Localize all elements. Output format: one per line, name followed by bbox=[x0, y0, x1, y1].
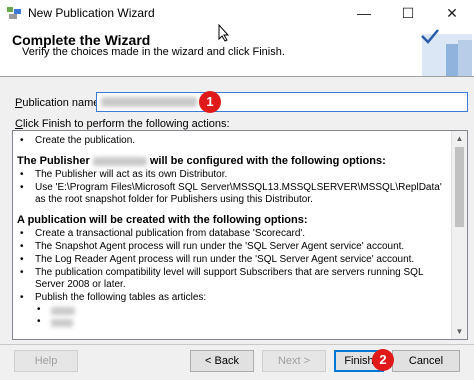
redacted-value bbox=[51, 307, 75, 315]
actions-summary[interactable]: Create the publication. The Publisher wi… bbox=[12, 130, 468, 340]
title-bar: New Publication Wizard — ☐ ✕ bbox=[0, 0, 474, 26]
page-subtitle: Verify the choices made in the wizard an… bbox=[22, 46, 285, 58]
summary-item: Use 'E:\Program Files\Microsoft SQL Serv… bbox=[17, 182, 451, 206]
publication-name-input[interactable] bbox=[96, 92, 468, 112]
maximize-button[interactable]: ☐ bbox=[386, 0, 430, 26]
redacted-value bbox=[92, 156, 147, 166]
redacted-value bbox=[51, 319, 73, 327]
summary-item: Create the publication. bbox=[17, 135, 451, 147]
back-button[interactable]: < Back bbox=[190, 350, 254, 372]
vertical-scrollbar[interactable]: ▲ ▼ bbox=[451, 131, 467, 339]
scrollbar-thumb[interactable] bbox=[455, 147, 464, 227]
summary-item: The Publisher will act as its own Distri… bbox=[17, 169, 451, 181]
close-button[interactable]: ✕ bbox=[430, 0, 474, 26]
bullet-icon: • bbox=[37, 304, 41, 315]
wizard-header: Complete the Wizard Verify the choices m… bbox=[0, 26, 474, 77]
summary-item: The publication compatibility level will… bbox=[17, 267, 451, 291]
redacted-value bbox=[101, 97, 197, 107]
summary-section: The Publisher will be configured with th… bbox=[17, 155, 386, 167]
help-button[interactable]: Help bbox=[14, 350, 78, 372]
summary-item: The Log Reader Agent process will run un… bbox=[17, 254, 451, 266]
actions-label: Click Finish to perform the following ac… bbox=[15, 118, 230, 130]
scroll-down-icon[interactable]: ▼ bbox=[452, 324, 467, 339]
article-item: • bbox=[17, 304, 451, 317]
summary-section: A publication will be created with the f… bbox=[17, 214, 308, 226]
cancel-button[interactable]: Cancel bbox=[392, 350, 460, 372]
summary-item: Create a transactional publication from … bbox=[17, 228, 451, 240]
mouse-cursor-icon bbox=[218, 24, 230, 42]
books-icon bbox=[421, 29, 472, 76]
minimize-button[interactable]: — bbox=[342, 0, 386, 26]
summary-item: Publish the following tables as articles… bbox=[17, 292, 451, 304]
summary-item: The Snapshot Agent process will run unde… bbox=[17, 241, 451, 253]
window-title: New Publication Wizard bbox=[28, 6, 155, 20]
footer-divider bbox=[0, 344, 474, 345]
step-badge-1: 1 bbox=[199, 91, 221, 113]
bullet-icon: • bbox=[37, 316, 41, 327]
app-icon bbox=[7, 7, 21, 19]
publication-name-label: Publication name: bbox=[15, 97, 103, 109]
next-button[interactable]: Next > bbox=[262, 350, 326, 372]
scroll-up-icon[interactable]: ▲ bbox=[452, 131, 467, 146]
article-item: • bbox=[17, 316, 451, 329]
step-badge-2: 2 bbox=[372, 349, 394, 371]
